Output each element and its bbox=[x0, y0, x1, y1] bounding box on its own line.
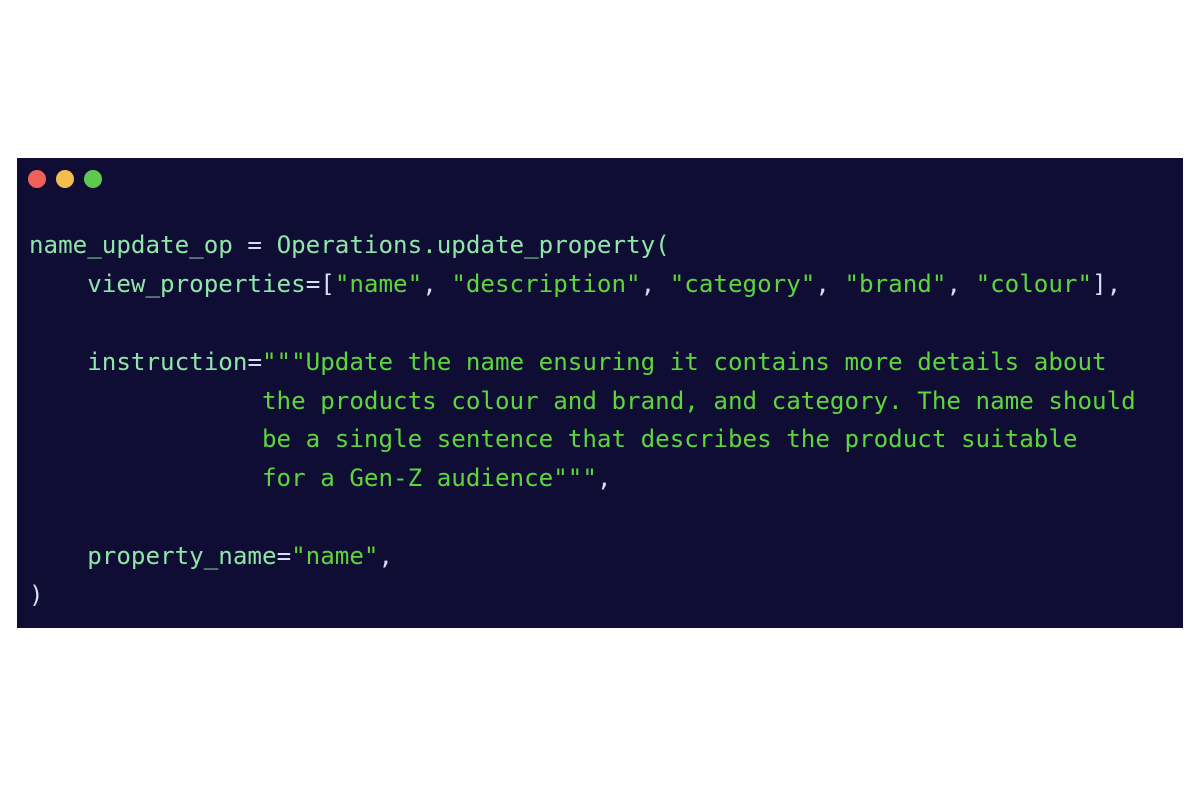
code-string: "description" bbox=[451, 269, 641, 298]
code-token: property_name bbox=[87, 542, 277, 571]
code-token: , bbox=[640, 269, 670, 298]
code-line-1: name_update_op = Operations.update_prope… bbox=[29, 226, 1136, 265]
code-token: view_properties bbox=[87, 269, 306, 298]
code-token: , bbox=[422, 269, 452, 298]
code-string: "name" bbox=[291, 542, 379, 571]
window-controls bbox=[28, 170, 102, 188]
code-string: "name" bbox=[334, 269, 423, 298]
code-line-10: ) bbox=[29, 576, 1136, 615]
code-token: = bbox=[305, 269, 321, 298]
code-window: name_update_op = Operations.update_prope… bbox=[17, 158, 1183, 628]
code-string: for a Gen-Z audience""" bbox=[262, 464, 597, 493]
code-token: Operations.update_property( bbox=[276, 231, 670, 259]
minimize-dot-icon[interactable] bbox=[56, 170, 74, 188]
code-line-5: the products colour and brand, and categ… bbox=[29, 382, 1136, 421]
code-string: be a single sentence that describes the … bbox=[262, 425, 1078, 454]
code-line-7: for a Gen-Z audience""", bbox=[29, 459, 1136, 498]
code-token: , bbox=[596, 464, 612, 493]
code-token: , bbox=[815, 269, 845, 298]
code-token: , bbox=[946, 269, 976, 298]
code-token: , bbox=[378, 542, 394, 571]
code-block: name_update_op = Operations.update_prope… bbox=[29, 226, 1136, 615]
code-string: the products colour and brand, and categ… bbox=[262, 386, 1136, 415]
code-string: "colour" bbox=[975, 269, 1093, 298]
code-token: name_update_op bbox=[29, 231, 233, 259]
code-token: instruction bbox=[87, 347, 248, 376]
code-line-2: view_properties=["name", "description", … bbox=[29, 265, 1136, 304]
code-line-6: be a single sentence that describes the … bbox=[29, 420, 1136, 459]
maximize-dot-icon[interactable] bbox=[84, 170, 102, 188]
code-line-9: property_name="name", bbox=[29, 537, 1136, 576]
code-string: """Update the name ensuring it contains … bbox=[262, 347, 1107, 376]
code-token: ], bbox=[1092, 269, 1122, 298]
code-token: ) bbox=[29, 581, 44, 610]
code-token: = bbox=[232, 231, 277, 259]
code-token: = bbox=[276, 542, 292, 571]
code-token: = bbox=[247, 347, 262, 376]
code-string: "brand" bbox=[844, 269, 947, 298]
code-line-4: instruction="""Update the name ensuring … bbox=[29, 343, 1136, 382]
close-dot-icon[interactable] bbox=[28, 170, 46, 188]
code-string: "category" bbox=[669, 269, 816, 298]
code-token: [ bbox=[320, 269, 335, 298]
